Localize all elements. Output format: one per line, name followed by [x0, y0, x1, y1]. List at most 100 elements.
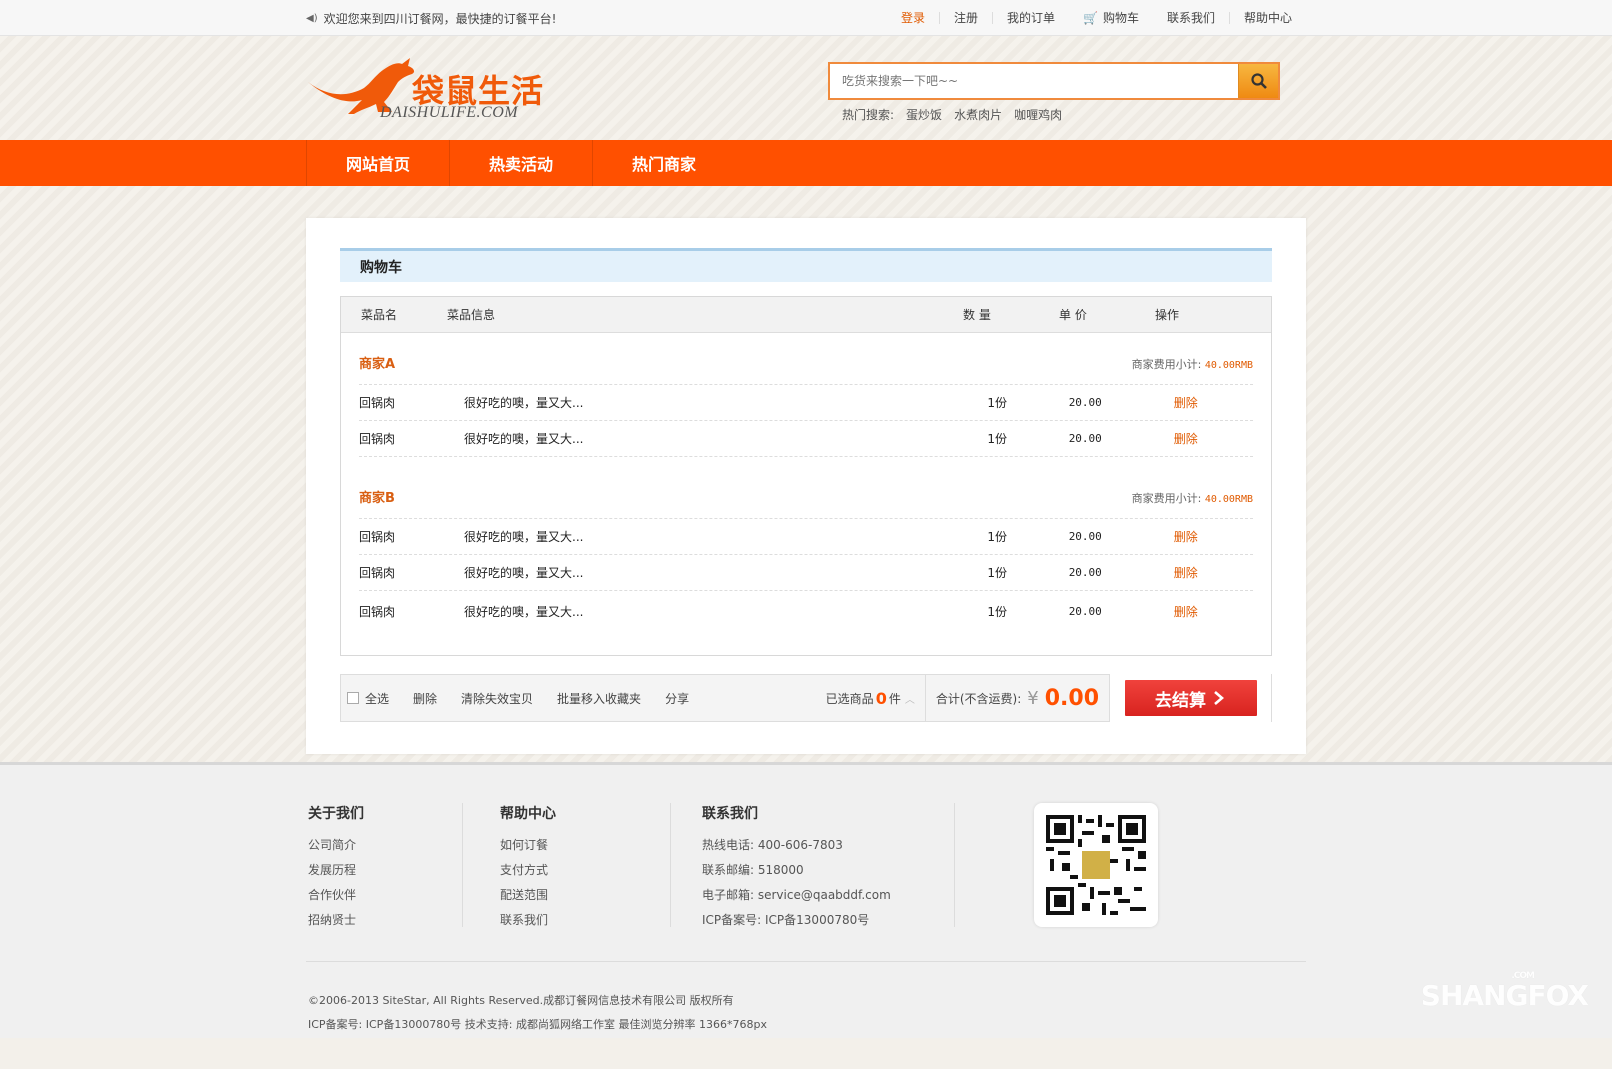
item-qty: 1份: [987, 530, 1008, 544]
cart-table-header: 菜品名 菜品信息 数 量 单 价 操作: [341, 297, 1271, 333]
select-all-label[interactable]: 全选: [365, 690, 389, 707]
delete-item-link[interactable]: 删除: [1174, 528, 1253, 545]
footer-divider: [462, 803, 463, 927]
shop-subtotal: 商家费用小计: 40.00RMB: [1131, 492, 1253, 505]
nav-hot-activities[interactable]: 热卖活动: [449, 140, 592, 186]
currency-symbol: ¥: [1027, 687, 1039, 709]
cart-total: 合计(不含运费): ¥ 0.00: [926, 674, 1109, 722]
footer-help-title: 帮助中心: [500, 806, 556, 822]
footer-link[interactable]: 支付方式: [500, 862, 556, 878]
search-input[interactable]: [830, 64, 1238, 98]
search-button[interactable]: [1238, 64, 1278, 98]
checkout-button[interactable]: 去结算: [1124, 680, 1257, 716]
delete-item-link[interactable]: 删除: [1174, 430, 1253, 447]
share-link[interactable]: 分享: [665, 690, 689, 707]
footer-divider-line: [306, 961, 1306, 962]
item-info: 很好吃的噢，量又大...: [464, 396, 584, 410]
main-content: 购物车 菜品名 菜品信息 数 量 单 价 操作 商家A 商家费用小计: 40.0…: [0, 186, 1612, 762]
total-label: 合计(不含运费):: [935, 691, 1022, 706]
footer-divider: [670, 803, 671, 927]
footer-link[interactable]: 配送范围: [500, 887, 556, 903]
table-row: 回锅肉 很好吃的噢，量又大... 1份 20.00 删除: [359, 385, 1253, 421]
chevron-up-icon: ︿: [904, 694, 915, 706]
shop-name[interactable]: 商家A: [359, 353, 395, 372]
shop-gap: [341, 457, 1271, 467]
hot-search-label: 热门搜索:: [842, 108, 895, 122]
footer-link[interactable]: 招纳贤士: [308, 912, 364, 928]
footer-divider: [954, 803, 955, 927]
item-qty: 1份: [987, 566, 1008, 580]
shop-name[interactable]: 商家B: [359, 487, 395, 506]
selected-count-value: 0: [875, 688, 887, 708]
delete-item-link[interactable]: 删除: [1174, 394, 1253, 411]
delete-selected-link[interactable]: 删除: [413, 690, 437, 707]
qr-code: [1034, 803, 1158, 927]
item-price: 20.00: [1068, 396, 1102, 409]
cart-link[interactable]: 🛒 购物车: [1069, 12, 1153, 24]
my-orders-link[interactable]: 我的订单: [991, 12, 1069, 24]
nav-home[interactable]: 网站首页: [306, 140, 449, 186]
item-price: 20.00: [1068, 566, 1102, 579]
nav-hot-merchants[interactable]: 热门商家: [592, 140, 735, 186]
item-info: 很好吃的噢，量又大...: [464, 604, 584, 619]
hot-search-term[interactable]: 水煮肉片: [954, 106, 1002, 123]
shop-subtotal: 商家费用小计: 40.00RMB: [1131, 358, 1253, 371]
cart-table: 菜品名 菜品信息 数 量 单 价 操作 商家A 商家费用小计: 40.00RMB…: [340, 296, 1272, 656]
logo-english: DAISHULIFE.COM: [380, 104, 519, 121]
hot-searches: 热门搜索: 蛋炒饭 水煮肉片 咖喱鸡肉: [842, 106, 1074, 123]
contact-email: 电子邮箱: service@qaabddf.com: [702, 888, 891, 902]
cart-card: 购物车 菜品名 菜品信息 数 量 单 价 操作 商家A 商家费用小计: 40.0…: [306, 218, 1306, 754]
header: 袋鼠生活 DAISHULIFE.COM 热门搜索: 蛋炒饭 水煮肉片 咖喱鸡肉: [0, 36, 1612, 140]
footer-help: 帮助中心 如何订餐 支付方式 配送范围 联系我们: [500, 803, 556, 937]
help-link[interactable]: 帮助中心: [1228, 12, 1306, 24]
footer-link[interactable]: 公司简介: [308, 837, 364, 853]
contact-link[interactable]: 联系我们: [1153, 12, 1229, 24]
item-price: 20.00: [1068, 604, 1102, 618]
footer-about-title: 关于我们: [308, 806, 364, 822]
batch-favorite-link[interactable]: 批量移入收藏夹: [557, 690, 641, 707]
site-logo[interactable]: 袋鼠生活 DAISHULIFE.COM: [306, 52, 546, 124]
main-nav: 网站首页 热卖活动 热门商家: [0, 140, 1612, 186]
contact-zip: 联系邮编: 518000: [702, 863, 804, 877]
selected-count[interactable]: 已选商品 0 件 ︿: [826, 674, 926, 722]
welcome-message: ◀) 欢迎您来到四川订餐网，最快捷的订餐平台!: [306, 10, 556, 27]
item-info: 很好吃的噢，量又大...: [464, 432, 584, 446]
delete-item-link[interactable]: 删除: [1174, 564, 1253, 581]
item-price: 20.00: [1068, 432, 1102, 445]
table-row: 回锅肉 很好吃的噢，量又大... 1份 20.00 删除: [359, 519, 1253, 555]
icp-support-text: ICP备案号: ICP备13000780号 技术支持: 成都尚狐网络工作室 最佳…: [308, 1018, 767, 1031]
select-all-checkbox[interactable]: [347, 692, 359, 704]
footer-link[interactable]: 联系我们: [500, 912, 556, 928]
login-link[interactable]: 登录: [887, 12, 939, 24]
cart-icon: 🛒: [1083, 11, 1098, 25]
copyright-text: ©2006-2013 SiteStar, All Rights Reserved…: [308, 994, 734, 1007]
hot-search-term[interactable]: 咖喱鸡肉: [1014, 106, 1062, 123]
footer-link[interactable]: 如何订餐: [500, 837, 556, 853]
item-price: 20.00: [1068, 530, 1102, 543]
header-name: 菜品名: [361, 308, 398, 322]
shop-section-b: 商家B 商家费用小计: 40.00RMB 回锅肉 很好吃的噢，量又大... 1份…: [341, 467, 1271, 631]
footer-contact-title: 联系我们: [702, 806, 758, 822]
item-info: 很好吃的噢，量又大...: [464, 566, 584, 580]
cart-action-bar: 全选 删除 清除失效宝贝 批量移入收藏夹 分享 已选商品 0 件 ︿ 合计(不含…: [340, 674, 1272, 722]
top-links: 登录 注册 我的订单 🛒 购物车 联系我们 帮助中心: [887, 12, 1306, 24]
delete-item-link[interactable]: 删除: [1174, 603, 1253, 620]
register-link[interactable]: 注册: [938, 12, 992, 24]
search-icon: [1250, 73, 1267, 89]
site-footer: 关于我们 公司简介 发展历程 合作伙伴 招纳贤士 帮助中心 如何订餐 支付方式 …: [0, 762, 1612, 1038]
footer-about: 关于我们 公司简介 发展历程 合作伙伴 招纳贤士: [308, 803, 364, 937]
qr-code-icon: [1046, 815, 1146, 915]
footer-link[interactable]: 发展历程: [308, 862, 364, 878]
footer-link[interactable]: 合作伙伴: [308, 887, 364, 903]
hot-search-term[interactable]: 蛋炒饭: [906, 106, 942, 123]
shop-header: 商家B 商家费用小计: 40.00RMB: [359, 467, 1253, 519]
shangfox-watermark: .COM SHANGFOX: [1420, 971, 1589, 1012]
clear-invalid-link[interactable]: 清除失效宝贝: [461, 690, 533, 707]
total-amount: 0.00: [1044, 685, 1099, 711]
header-op: 操作: [1155, 308, 1180, 322]
brand-name: SHANGFOX: [1420, 979, 1589, 1012]
item-qty: 1份: [987, 432, 1008, 446]
welcome-text: 欢迎您来到四川订餐网，最快捷的订餐平台!: [323, 11, 557, 26]
search-box: [828, 62, 1280, 100]
contact-phone: 热线电话: 400-606-7803: [702, 838, 843, 852]
